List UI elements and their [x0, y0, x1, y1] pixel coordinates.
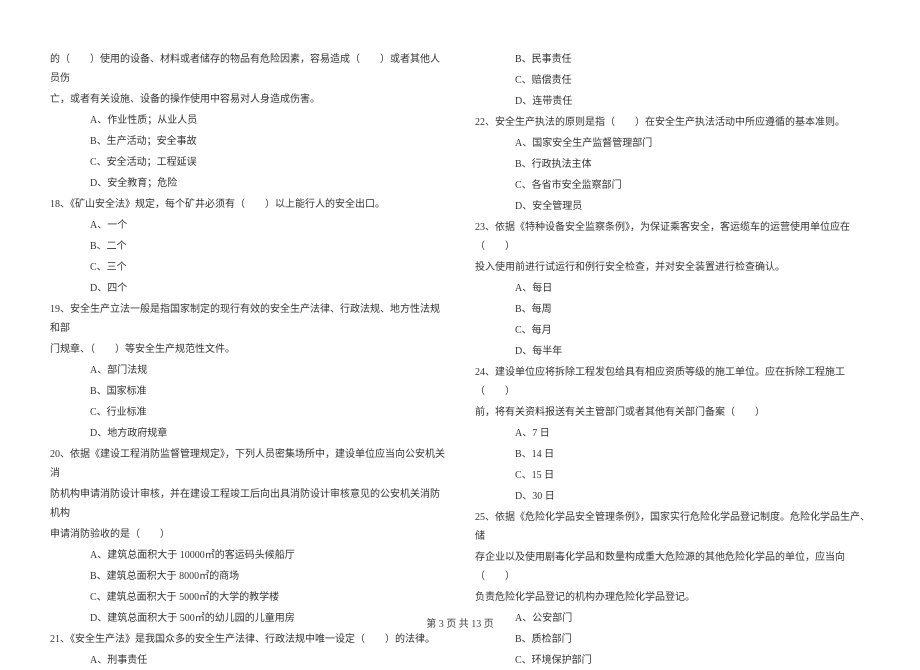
- q19-stem-line1: 19、安全生产立法一般是指国家制定的现行有效的安全生产法律、行政法规、地方性法规…: [50, 300, 445, 338]
- q19-stem-line2: 门规章、（ ）等安全生产规范性文件。: [50, 340, 445, 359]
- q21-stem: 21、《安全生产法》是我国众多的安全生产法律、行政法规中唯一设定（ ）的法律。: [50, 630, 445, 649]
- q17-stem-line2: 亡，或者有关设施、设备的操作使用中容易对人身造成伤害。: [50, 90, 445, 109]
- q17-option-d: D、安全教育；危险: [50, 174, 445, 193]
- q22-option-a: A、国家安全生产监督管理部门: [475, 134, 870, 153]
- q22-option-b: B、行政执法主体: [475, 155, 870, 174]
- q22-option-c: C、各省市安全监察部门: [475, 176, 870, 195]
- q18-option-b: B、二个: [50, 237, 445, 256]
- q23-option-d: D、每半年: [475, 342, 870, 361]
- q24-stem-line2: 前，将有关资料报送有关主管部门或者其他有关部门备案（ ）: [475, 403, 870, 422]
- q20-stem-line2: 防机构申请消防设计审核，并在建设工程竣工后向出具消防设计审核意见的公安机关消防机…: [50, 485, 445, 523]
- q18-stem: 18、《矿山安全法》规定，每个矿井必须有（ ）以上能行人的安全出口。: [50, 195, 445, 214]
- q17-option-c: C、安全活动；工程延误: [50, 153, 445, 172]
- q25-stem-line3: 负责危险化学品登记的机构办理危险化学品登记。: [475, 588, 870, 607]
- q21-option-d: D、连带责任: [475, 92, 870, 111]
- q25-stem-line2: 存企业以及使用剧毒化学品和数量构成重大危险源的其他危险化学品的单位，应当向（ ）: [475, 548, 870, 586]
- q25-option-c: C、环境保护部门: [475, 651, 870, 670]
- q20-option-a: A、建筑总面积大于 10000㎡的客运码头候船厅: [50, 546, 445, 565]
- q17-option-b: B、生产活动；安全事故: [50, 132, 445, 151]
- q19-option-a: A、部门法规: [50, 361, 445, 380]
- q23-stem-line1: 23、依据《特种设备安全监察条例》，为保证乘客安全，客运缆车的运营使用单位应在（…: [475, 218, 870, 256]
- q23-option-b: B、每周: [475, 300, 870, 319]
- q20-option-b: B、建筑总面积大于 8000㎡的商场: [50, 567, 445, 586]
- q21-option-b: B、民事责任: [475, 50, 870, 69]
- q17-option-a: A、作业性质；从业人员: [50, 111, 445, 130]
- q21-option-a: A、刑事责任: [50, 651, 445, 670]
- q24-option-c: C、15 日: [475, 466, 870, 485]
- right-column: B、民事责任 C、赔偿责任 D、连带责任 22、安全生产执法的原则是指（ ）在安…: [475, 50, 870, 610]
- q22-option-d: D、安全管理员: [475, 197, 870, 216]
- q21-option-c: C、赔偿责任: [475, 71, 870, 90]
- q23-stem-line2: 投入使用前进行试运行和例行安全检查，并对安全装置进行检查确认。: [475, 258, 870, 277]
- q17-stem-line1: 的（ ）使用的设备、材料或者储存的物品有危险因素，容易造成（ ）或者其他人员伤: [50, 50, 445, 88]
- q18-option-c: C、三个: [50, 258, 445, 277]
- q25-option-b: B、质检部门: [475, 630, 870, 649]
- q22-stem: 22、安全生产执法的原则是指（ ）在安全生产执法活动中所应遵循的基本准则。: [475, 113, 870, 132]
- q20-stem-line1: 20、依据《建设工程消防监督管理规定》，下列人员密集场所中，建设单位应当向公安机…: [50, 445, 445, 483]
- q20-option-c: C、建筑总面积大于 5000㎡的大学的教学楼: [50, 588, 445, 607]
- q24-stem-line1: 24、建设单位应将拆除工程发包给具有相应资质等级的施工单位。应在拆除工程施工（ …: [475, 363, 870, 401]
- q23-option-c: C、每月: [475, 321, 870, 340]
- q20-stem-line3: 申请消防验收的是（ ）: [50, 525, 445, 544]
- q19-option-c: C、行业标准: [50, 403, 445, 422]
- q18-option-a: A、一个: [50, 216, 445, 235]
- page-container: 的（ ）使用的设备、材料或者储存的物品有危险因素，容易造成（ ）或者其他人员伤 …: [50, 50, 870, 610]
- q19-option-b: B、国家标准: [50, 382, 445, 401]
- page-footer: 第 3 页 共 13 页: [0, 615, 920, 630]
- q24-option-d: D、30 日: [475, 487, 870, 506]
- q23-option-a: A、每日: [475, 279, 870, 298]
- q19-option-d: D、地方政府规章: [50, 424, 445, 443]
- q24-option-a: A、7 日: [475, 424, 870, 443]
- q24-option-b: B、14 日: [475, 445, 870, 464]
- left-column: 的（ ）使用的设备、材料或者储存的物品有危险因素，容易造成（ ）或者其他人员伤 …: [50, 50, 445, 610]
- q25-stem-line1: 25、依据《危险化学品安全管理条例》，国家实行危险化学品登记制度。危险化学品生产…: [475, 508, 870, 546]
- q18-option-d: D、四个: [50, 279, 445, 298]
